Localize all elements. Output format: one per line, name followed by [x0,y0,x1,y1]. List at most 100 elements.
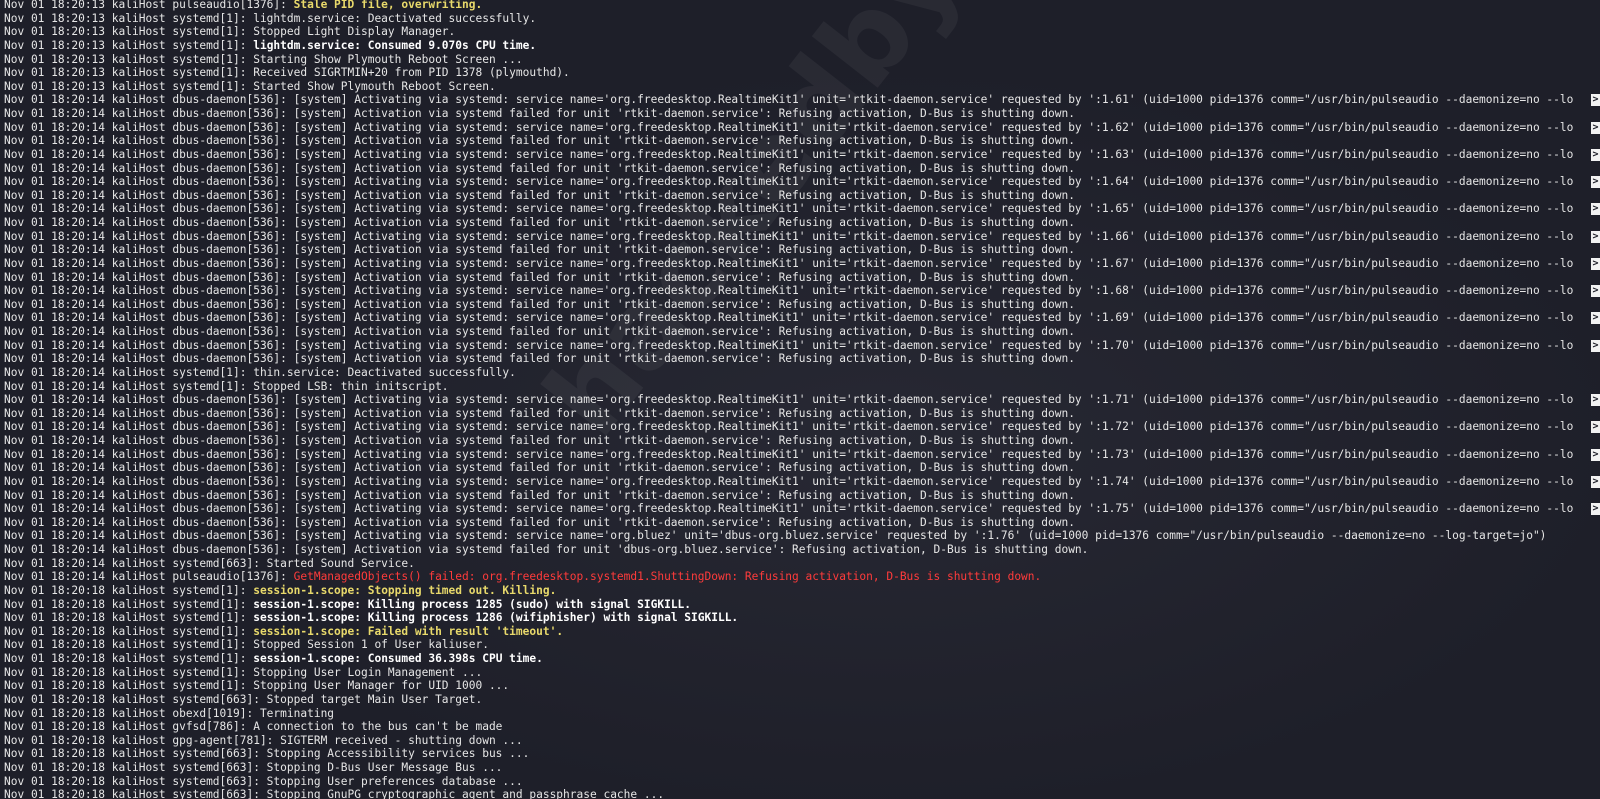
log-line-segment: Nov 01 18:20:14 kaliHost systemd[1]: Sto… [4,379,449,393]
log-line-segment: Nov 01 18:20:14 kaliHost dbus-daemon[536… [4,529,1547,543]
log-line: Nov 01 18:20:14 kaliHost dbus-daemon[536… [4,162,1600,176]
line-truncated-indicator: > [1591,312,1600,325]
log-line-segment: Nov 01 18:20:18 kaliHost systemd[1]: [4,597,254,611]
log-line-segment: Nov 01 18:20:14 kaliHost dbus-daemon[536… [4,93,1574,107]
log-line: Nov 01 18:20:14 kaliHost dbus-daemon[536… [4,148,1600,162]
log-line: Nov 01 18:20:14 kaliHost dbus-daemon[536… [4,257,1600,271]
log-line: Nov 01 18:20:14 kaliHost dbus-daemon[536… [4,352,1600,366]
log-line: Nov 01 18:20:18 kaliHost systemd[663]: S… [4,693,1600,707]
log-line: Nov 01 18:20:13 kaliHost pulseaudio[1376… [4,0,1600,12]
log-line-segment: Nov 01 18:20:14 kaliHost dbus-daemon[536… [4,297,1075,311]
log-line-segment: Nov 01 18:20:18 kaliHost systemd[663]: S… [4,774,523,788]
log-line-segment: GetManagedObjects() failed: org.freedesk… [293,570,1042,584]
line-truncated-indicator: > [1591,475,1600,488]
log-line-segment: Nov 01 18:20:18 kaliHost systemd[663]: S… [4,761,503,774]
log-line: Nov 01 18:20:18 kaliHost systemd[1]: ses… [4,584,1600,598]
log-line-segment: Nov 01 18:20:18 kaliHost gvfsd[786]: A c… [4,720,503,734]
log-line: Nov 01 18:20:14 kaliHost dbus-daemon[536… [4,202,1600,216]
log-line: Nov 01 18:20:13 kaliHost systemd[1]: Rec… [4,66,1600,80]
log-line: Nov 01 18:20:14 kaliHost dbus-daemon[536… [4,339,1600,353]
log-line-segment: Nov 01 18:20:13 kaliHost systemd[1]: [4,38,254,52]
log-line: Nov 01 18:20:14 kaliHost dbus-daemon[536… [4,393,1600,407]
log-line-segment: session-1.scope: Killing process 1286 (w… [253,611,739,625]
log-line-segment: Nov 01 18:20:14 kaliHost dbus-daemon[536… [4,229,1574,243]
log-line-segment: Nov 01 18:20:14 kaliHost dbus-daemon[536… [4,352,1075,366]
log-line-segment: session-1.scope: Failed with result 'tim… [253,624,564,638]
log-line-segment: Nov 01 18:20:14 kaliHost pulseaudio[1376… [4,570,294,584]
log-line: Nov 01 18:20:14 kaliHost dbus-daemon[536… [4,216,1600,230]
log-line: Nov 01 18:20:14 kaliHost dbus-daemon[536… [4,134,1600,148]
log-line: Nov 01 18:20:14 kaliHost dbus-daemon[536… [4,434,1600,448]
log-line-segment: session-1.scope: Killing process 1285 (s… [253,597,692,611]
log-line-segment: Nov 01 18:20:14 kaliHost dbus-daemon[536… [4,284,1574,298]
log-line-segment: Nov 01 18:20:13 kaliHost systemd[1]: Rec… [4,66,570,80]
log-line: Nov 01 18:20:14 kaliHost dbus-daemon[536… [4,489,1600,503]
log-line: Nov 01 18:20:18 kaliHost systemd[1]: ses… [4,625,1600,639]
log-line-segment: Nov 01 18:20:13 kaliHost systemd[1]: Sta… [4,79,496,93]
log-line-segment: Nov 01 18:20:14 kaliHost dbus-daemon[536… [4,434,1075,447]
log-line: Nov 01 18:20:14 kaliHost dbus-daemon[536… [4,325,1600,339]
log-line: Nov 01 18:20:14 kaliHost dbus-daemon[536… [4,461,1600,475]
log-line-segment: Nov 01 18:20:14 kaliHost dbus-daemon[536… [4,502,1574,516]
log-line: Nov 01 18:20:14 kaliHost dbus-daemon[536… [4,448,1600,462]
log-line: Nov 01 18:20:14 kaliHost dbus-daemon[536… [4,298,1600,312]
line-truncated-indicator: > [1591,94,1600,107]
log-line-segment: Nov 01 18:20:14 kaliHost dbus-daemon[536… [4,325,1075,338]
log-line: Nov 01 18:20:14 kaliHost dbus-daemon[536… [4,121,1600,135]
log-line-segment: Nov 01 18:20:14 kaliHost systemd[1]: thi… [4,365,516,379]
log-line-segment: session-1.scope: Stopping timed out. Kil… [253,583,557,597]
log-line-segment: Nov 01 18:20:18 kaliHost obexd[1019]: Te… [4,706,335,720]
log-line: Nov 01 18:20:14 kaliHost dbus-daemon[536… [4,93,1600,107]
log-line: Nov 01 18:20:14 kaliHost dbus-daemon[536… [4,407,1600,421]
log-line-segment: Nov 01 18:20:14 kaliHost dbus-daemon[536… [4,420,1574,434]
log-line: Nov 01 18:20:18 kaliHost systemd[1]: Sto… [4,638,1600,652]
log-line: Nov 01 18:20:18 kaliHost systemd[1]: ses… [4,611,1600,625]
log-line: Nov 01 18:20:14 kaliHost dbus-daemon[536… [4,502,1600,516]
log-line: Nov 01 18:20:18 kaliHost systemd[1]: Sto… [4,679,1600,693]
log-line: Nov 01 18:20:14 kaliHost systemd[1]: Sto… [4,380,1600,394]
line-truncated-indicator: > [1591,176,1600,189]
log-line-segment: Nov 01 18:20:14 kaliHost dbus-daemon[536… [4,243,1075,257]
log-line-segment: Nov 01 18:20:18 kaliHost gpg-agent[781]:… [4,733,523,747]
log-line: Nov 01 18:20:14 kaliHost dbus-daemon[536… [4,230,1600,244]
log-line-segment: Nov 01 18:20:14 kaliHost dbus-daemon[536… [4,311,1574,325]
log-line: Nov 01 18:20:18 kaliHost obexd[1019]: Te… [4,707,1600,721]
line-truncated-indicator: > [1591,448,1600,461]
log-line-segment: Nov 01 18:20:14 kaliHost dbus-daemon[536… [4,134,1075,148]
line-truncated-indicator: > [1591,503,1600,516]
log-line: Nov 01 18:20:14 kaliHost pulseaudio[1376… [4,570,1600,584]
log-line-segment: Nov 01 18:20:18 kaliHost systemd[663]: S… [4,788,665,799]
log-line-segment: Nov 01 18:20:13 kaliHost pulseaudio[1376… [4,0,294,11]
log-line: Nov 01 18:20:14 kaliHost dbus-daemon[536… [4,175,1600,189]
log-line-segment: Nov 01 18:20:14 kaliHost dbus-daemon[536… [4,338,1574,352]
log-line: Nov 01 18:20:18 kaliHost systemd[663]: S… [4,761,1600,775]
log-line-segment: Nov 01 18:20:18 kaliHost systemd[1]: [4,611,254,625]
log-line: Nov 01 18:20:14 kaliHost dbus-daemon[536… [4,516,1600,530]
log-line-segment: Nov 01 18:20:14 kaliHost dbus-daemon[536… [4,488,1075,502]
log-line: Nov 01 18:20:14 kaliHost dbus-daemon[536… [4,271,1600,285]
log-line: Nov 01 18:20:13 kaliHost systemd[1]: lig… [4,39,1600,53]
log-line-segment: Nov 01 18:20:14 kaliHost dbus-daemon[536… [4,515,1075,529]
log-line-segment: Nov 01 18:20:13 kaliHost systemd[1]: Sta… [4,52,523,66]
log-line-segment: Nov 01 18:20:14 kaliHost dbus-daemon[536… [4,406,1075,420]
log-line-segment: Nov 01 18:20:14 kaliHost dbus-daemon[536… [4,161,1075,175]
log-line: Nov 01 18:20:14 kaliHost dbus-daemon[536… [4,420,1600,434]
log-line: Nov 01 18:20:14 kaliHost dbus-daemon[536… [4,543,1600,557]
log-line: Nov 01 18:20:14 kaliHost dbus-daemon[536… [4,189,1600,203]
log-line: Nov 01 18:20:14 kaliHost dbus-daemon[536… [4,107,1600,121]
log-line-segment: Nov 01 18:20:14 kaliHost dbus-daemon[536… [4,216,1075,229]
log-line-segment: Nov 01 18:20:14 kaliHost dbus-daemon[536… [4,447,1574,461]
log-line: Nov 01 18:20:18 kaliHost systemd[1]: ses… [4,652,1600,666]
log-line-segment: Stale PID file, overwriting. [293,0,483,11]
log-line: Nov 01 18:20:13 kaliHost systemd[1]: Sto… [4,25,1600,39]
log-line-segment: Nov 01 18:20:18 kaliHost systemd[1]: Sto… [4,665,483,679]
log-line-segment: Nov 01 18:20:18 kaliHost systemd[1]: [4,583,254,597]
log-line-segment: Nov 01 18:20:14 kaliHost dbus-daemon[536… [4,175,1574,189]
log-line-segment: Nov 01 18:20:14 kaliHost systemd[663]: S… [4,556,415,570]
log-line: Nov 01 18:20:18 kaliHost gpg-agent[781]:… [4,734,1600,748]
log-line-segment: Nov 01 18:20:14 kaliHost dbus-daemon[536… [4,147,1574,161]
line-truncated-indicator: > [1591,148,1600,161]
journal-log-output: Nov 01 18:20:13 kaliHost pulseaudio[1376… [4,0,1600,799]
log-line: Nov 01 18:20:14 kaliHost systemd[1]: thi… [4,366,1600,380]
terminal-window[interactable]: hackedbyjax Nov 01 18:20:13 kaliHost pul… [0,0,1600,799]
